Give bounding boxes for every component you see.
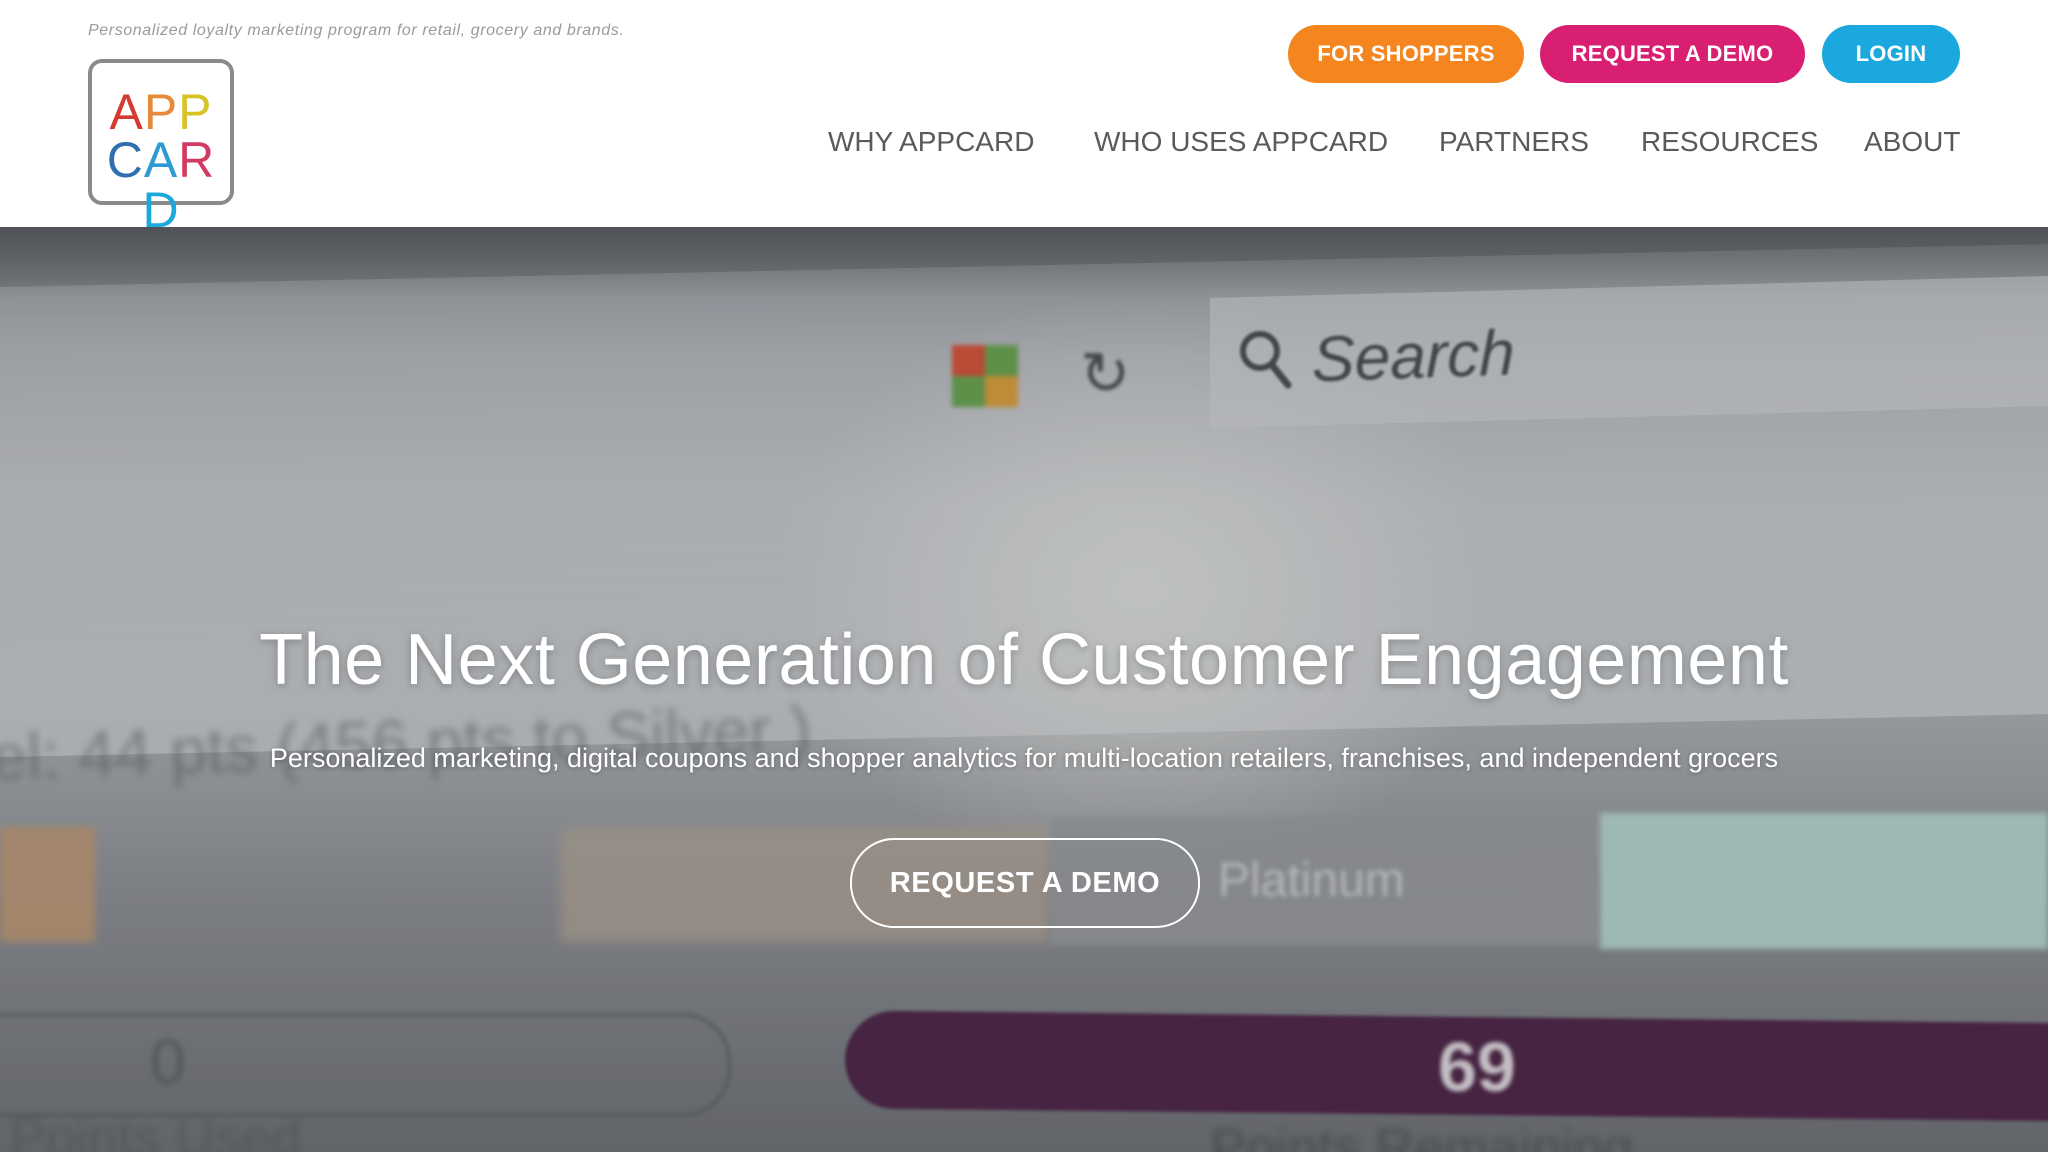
- logo-letter: P: [143, 84, 179, 140]
- hero-request-demo-button[interactable]: REQUEST A DEMO: [850, 838, 1200, 928]
- logo-line-card: CARD: [92, 135, 230, 235]
- hero-title: The Next Generation of Customer Engageme…: [259, 620, 1789, 700]
- appcard-logo[interactable]: APP CARD: [88, 59, 234, 235]
- nav-who-uses-appcard[interactable]: WHO USES APPCARD: [1094, 126, 1388, 158]
- logo-letter: P: [178, 84, 213, 140]
- nav-resources[interactable]: RESOURCES: [1641, 126, 1818, 158]
- nav-about[interactable]: ABOUT: [1864, 126, 1960, 158]
- for-shoppers-button[interactable]: FOR SHOPPERS: [1288, 25, 1524, 83]
- logo-letter: R: [178, 132, 216, 188]
- login-button[interactable]: LOGIN: [1822, 25, 1960, 83]
- site-tagline: Personalized loyalty marketing program f…: [88, 22, 625, 39]
- logo-letter: A: [109, 84, 144, 140]
- hero-subtitle: Personalized marketing, digital coupons …: [269, 743, 1779, 773]
- site-header: Personalized loyalty marketing program f…: [0, 0, 2048, 235]
- logo-letter: A: [143, 132, 179, 188]
- request-demo-button[interactable]: REQUEST A DEMO: [1540, 25, 1805, 83]
- hero-section: ↻ Search el: 44 pts (456 pts to Silver )…: [0, 227, 2048, 1152]
- nav-partners[interactable]: PARTNERS: [1439, 126, 1589, 158]
- logo-letter: C: [106, 132, 144, 188]
- nav-why-appcard[interactable]: WHY APPCARD: [828, 126, 1034, 158]
- logo-line-app: APP: [92, 87, 230, 137]
